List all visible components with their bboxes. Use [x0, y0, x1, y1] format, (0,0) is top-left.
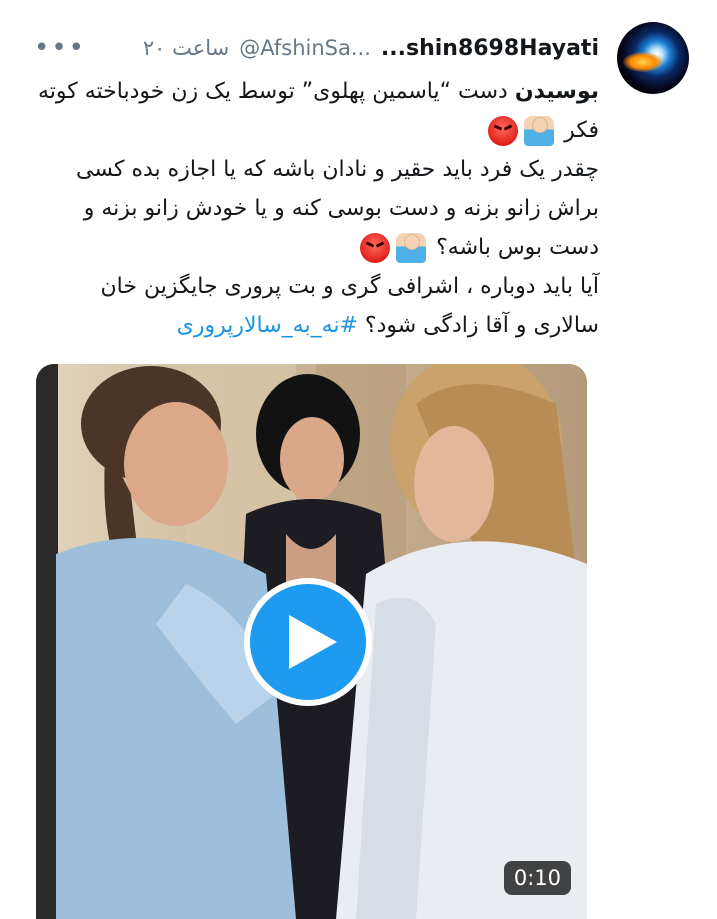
display-name[interactable]: ...shin8698Hayati	[381, 36, 599, 61]
avatar[interactable]	[617, 22, 689, 94]
video-duration-badge: 0:10	[503, 861, 571, 895]
tweet[interactable]: ••• ۲۰ ساعت @AfshinSa... ...shin8698Haya…	[0, 0, 717, 919]
video-player[interactable]: 0:10	[36, 364, 587, 919]
play-icon	[289, 615, 337, 669]
angry-face-emoji	[488, 116, 519, 146]
more-options-icon[interactable]: •••	[34, 33, 86, 63]
tweet-paragraph-1: بوسیدن دست “یاسمین پهلوی” توسط یک زن خود…	[34, 72, 599, 150]
play-button[interactable]	[244, 578, 372, 706]
tweet-header: ••• ۲۰ ساعت @AfshinSa... ...shin8698Haya…	[30, 28, 599, 68]
hashtag-link[interactable]: #نه_به_سالارپروری	[177, 313, 358, 338]
facepalm-emoji	[524, 116, 555, 146]
tweet-body: بوسیدن دست “یاسمین پهلوی” توسط یک زن خود…	[34, 72, 599, 345]
tweet-text: چقدر یک فرد باید حقیر و نادان باشه که یا…	[76, 157, 599, 260]
angry-face-emoji	[360, 233, 391, 263]
timestamp[interactable]: ۲۰ ساعت	[143, 36, 229, 60]
avatar-flare	[623, 52, 663, 72]
tweet-text-bold: بوسیدن	[514, 79, 599, 104]
tweet-meta: ۲۰ ساعت @AfshinSa... ...shin8698Hayati	[143, 36, 599, 61]
user-handle[interactable]: @AfshinSa...	[239, 36, 371, 60]
tweet-paragraph-3: آیا باید دوباره ، اشرافی گری و بت پروری …	[34, 267, 599, 345]
facepalm-emoji	[396, 233, 427, 263]
tweet-paragraph-2: چقدر یک فرد باید حقیر و نادان باشه که یا…	[34, 150, 599, 267]
